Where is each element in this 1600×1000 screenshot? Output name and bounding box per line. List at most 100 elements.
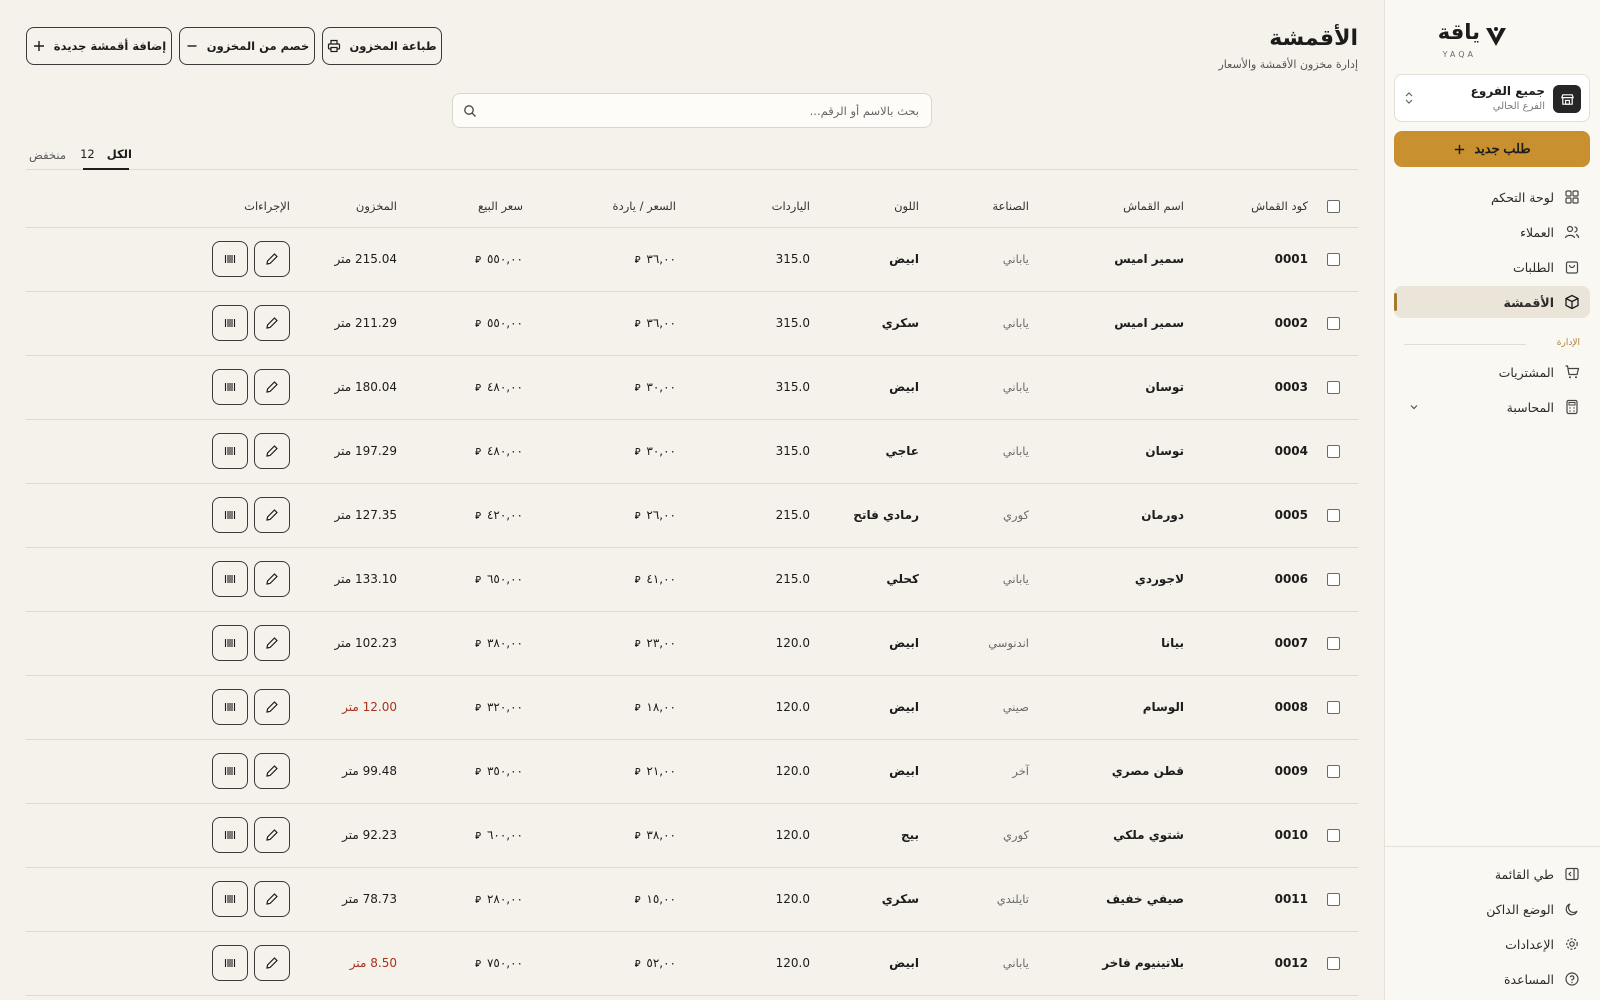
row-checkbox[interactable] bbox=[1326, 701, 1340, 714]
table-row[interactable]: 0002 سمير اميس ياباني سكري 315.0 ⃁ ٣٦,٠٠ ⃁ ٥٥٠… bbox=[26, 291, 1358, 356]
column-header[interactable]: المخزون bbox=[290, 186, 397, 228]
edit-button[interactable] bbox=[254, 369, 290, 405]
currency-symbol: ⃁ bbox=[475, 767, 482, 778]
table-row[interactable]: 0005 دورمان كوري رمادي فاتح 215.0 ⃁ ٢٦,٠٠ ⃁ ٤٢… bbox=[26, 483, 1358, 548]
select-all-checkbox[interactable] bbox=[1326, 200, 1340, 214]
row-select-cell bbox=[1308, 803, 1358, 868]
column-header[interactable]: كود القماش bbox=[1184, 186, 1308, 228]
section-label-admin: الإدارة bbox=[1556, 338, 1580, 348]
row-checkbox[interactable] bbox=[1326, 893, 1340, 906]
fabric-color: ابيض bbox=[810, 611, 919, 676]
edit-button[interactable] bbox=[254, 689, 290, 725]
column-header[interactable]: اللون bbox=[810, 186, 919, 228]
barcode-button[interactable] bbox=[212, 689, 248, 725]
currency-symbol: ⃁ bbox=[634, 767, 641, 778]
table-row[interactable]: 0006 لاجوردي ياباني كحلي 215.0 ⃁ ٤١,٠٠ ⃁ ٦٥٠,٠… bbox=[26, 547, 1358, 612]
column-header[interactable]: الياردات bbox=[676, 186, 810, 228]
sidebar-item-dashboard[interactable]: لوحة التحكم bbox=[1394, 181, 1590, 213]
edit-button[interactable] bbox=[254, 881, 290, 917]
column-header[interactable]: سعر البيع bbox=[397, 186, 523, 228]
sidebar: ياقة YAQA جميع الفروع الفرع الحالي طلب ج… bbox=[1384, 0, 1600, 1000]
sidebar-item-settings[interactable]: الإعدادات bbox=[1394, 928, 1590, 960]
table-row[interactable]: 0008 الوسام صيني ابيض 120.0 ⃁ ١٨,٠٠ ⃁ ٣٢٠,٠٠ 12… bbox=[26, 675, 1358, 740]
barcode-button[interactable] bbox=[212, 241, 248, 277]
add-fabric-button[interactable]: إضافة أقمشة جديدة bbox=[26, 27, 172, 65]
edit-button[interactable] bbox=[254, 305, 290, 341]
price-value: ٣٦,٠٠ bbox=[646, 316, 676, 330]
edit-button[interactable] bbox=[254, 753, 290, 789]
barcode-button[interactable] bbox=[212, 881, 248, 917]
help-icon bbox=[1564, 971, 1580, 987]
row-checkbox[interactable] bbox=[1326, 637, 1340, 650]
edit-button[interactable] bbox=[254, 817, 290, 853]
edit-button[interactable] bbox=[254, 945, 290, 981]
barcode-button[interactable] bbox=[212, 305, 248, 341]
fabric-name: سمير اميس bbox=[1029, 227, 1184, 292]
barcode-button[interactable] bbox=[212, 433, 248, 469]
tab-all[interactable]: الكل 12 bbox=[80, 140, 132, 170]
row-checkbox[interactable] bbox=[1326, 445, 1340, 458]
table-row[interactable]: 0007 بيانا اندنوسي ابيض 120.0 ⃁ ٢٣,٠٠ ⃁ ٣٨٠,٠٠… bbox=[26, 611, 1358, 676]
sale-price: ⃁ ٤٢٠,٠٠ bbox=[397, 483, 523, 548]
print-stock-button[interactable]: طباعة المخزون bbox=[322, 27, 442, 65]
branch-selector[interactable]: جميع الفروع الفرع الحالي bbox=[1394, 74, 1590, 122]
edit-button[interactable] bbox=[254, 497, 290, 533]
fabric-origin: ياباني bbox=[919, 291, 1029, 356]
brand-name: ياقة bbox=[1437, 20, 1480, 44]
barcode-button[interactable] bbox=[212, 497, 248, 533]
barcode-button[interactable] bbox=[212, 561, 248, 597]
row-checkbox[interactable] bbox=[1326, 381, 1340, 394]
search-input[interactable] bbox=[479, 94, 919, 127]
table-row[interactable]: 0003 توسان ياباني ابيض 315.0 ⃁ ٣٠,٠٠ ⃁ ٤٨٠,٠٠ 1… bbox=[26, 355, 1358, 420]
sidebar-item-help[interactable]: المساعدة bbox=[1394, 963, 1590, 995]
sidebar-item-purchases[interactable]: المشتريات bbox=[1394, 356, 1590, 388]
edit-button[interactable] bbox=[254, 561, 290, 597]
column-header[interactable]: السعر / ياردة bbox=[523, 186, 676, 228]
brand-logo[interactable]: ياقة YAQA bbox=[1418, 18, 1508, 62]
tab-low[interactable]: منخفض bbox=[26, 140, 66, 170]
edit-button[interactable] bbox=[254, 433, 290, 469]
barcode-button[interactable] bbox=[212, 753, 248, 789]
sidebar-item-collapse[interactable]: طي القائمة bbox=[1394, 858, 1590, 890]
sidebar-item-label: المساعدة bbox=[1503, 971, 1554, 987]
new-order-button[interactable]: طلب جديد bbox=[1394, 131, 1590, 167]
page-title: الأقمشة bbox=[1269, 26, 1358, 51]
barcode-button[interactable] bbox=[212, 945, 248, 981]
row-checkbox[interactable] bbox=[1326, 765, 1340, 778]
table-row[interactable]: 0004 توسان ياباني عاجي 315.0 ⃁ ٣٠,٠٠ ⃁ ٤٨٠,٠٠ 1… bbox=[26, 419, 1358, 484]
barcode-button[interactable] bbox=[212, 369, 248, 405]
sidebar-item-fabrics[interactable]: الأقمشة bbox=[1394, 286, 1590, 318]
table-row[interactable]: 0010 شتوي ملكي كوري بيج 120.0 ⃁ ٣٨,٠٠ ⃁ ٦٠٠,٠٠… bbox=[26, 803, 1358, 868]
row-checkbox[interactable] bbox=[1326, 253, 1340, 266]
column-header[interactable]: الإجراءات bbox=[26, 186, 290, 228]
row-checkbox[interactable] bbox=[1326, 509, 1340, 522]
price-per-yard: ⃁ ٢٣,٠٠ bbox=[523, 611, 676, 676]
sidebar-item-dark-mode[interactable]: الوضع الداكن bbox=[1394, 893, 1590, 925]
barcode-icon bbox=[223, 700, 237, 714]
edit-button[interactable] bbox=[254, 241, 290, 277]
edit-button[interactable] bbox=[254, 625, 290, 661]
row-checkbox[interactable] bbox=[1326, 573, 1340, 586]
fabric-origin: ياباني bbox=[919, 547, 1029, 612]
column-header[interactable]: الصناعة bbox=[919, 186, 1029, 228]
sidebar-item-customers[interactable]: العملاء bbox=[1394, 216, 1590, 248]
barcode-button[interactable] bbox=[212, 625, 248, 661]
column-header[interactable]: اسم القماش bbox=[1029, 186, 1184, 228]
table-row[interactable]: 0001 سمير اميس ياباني ابيض 315.0 ⃁ ٣٦,٠٠ ⃁ ٥٥٠… bbox=[26, 227, 1358, 292]
table-row[interactable]: 0011 صيفي خفيف تايلندي سكري 120.0 ⃁ ١٥,٠٠ ⃁ ٢٨… bbox=[26, 867, 1358, 932]
currency-symbol: ⃁ bbox=[634, 639, 641, 650]
fabric-origin: تايلندي bbox=[919, 867, 1029, 932]
table-row[interactable]: 0009 قطن مصري آخر ابيض 120.0 ⃁ ٢١,٠٠ ⃁ ٣٥٠,٠٠ 9… bbox=[26, 739, 1358, 804]
table-row[interactable]: 0012 بلاتينيوم فاخر ياباني ابيض 120.0 ⃁ ٥٢,٠٠… bbox=[26, 931, 1358, 996]
sale-price: ⃁ ٦٥٠,٠٠ bbox=[397, 547, 523, 612]
row-checkbox[interactable] bbox=[1326, 317, 1340, 330]
row-checkbox[interactable] bbox=[1326, 829, 1340, 842]
row-checkbox[interactable] bbox=[1326, 957, 1340, 970]
deduct-stock-button[interactable]: خصم من المخزون bbox=[179, 27, 315, 65]
sale-value: ٥٥٠,٠٠ bbox=[486, 252, 523, 266]
sidebar-item-label: لوحة التحكم bbox=[1490, 189, 1554, 205]
sidebar-item-accounting[interactable]: المحاسبة bbox=[1394, 391, 1590, 423]
barcode-button[interactable] bbox=[212, 817, 248, 853]
sidebar-item-orders[interactable]: الطلبات bbox=[1394, 251, 1590, 283]
fabric-code: 0004 bbox=[1184, 419, 1308, 484]
